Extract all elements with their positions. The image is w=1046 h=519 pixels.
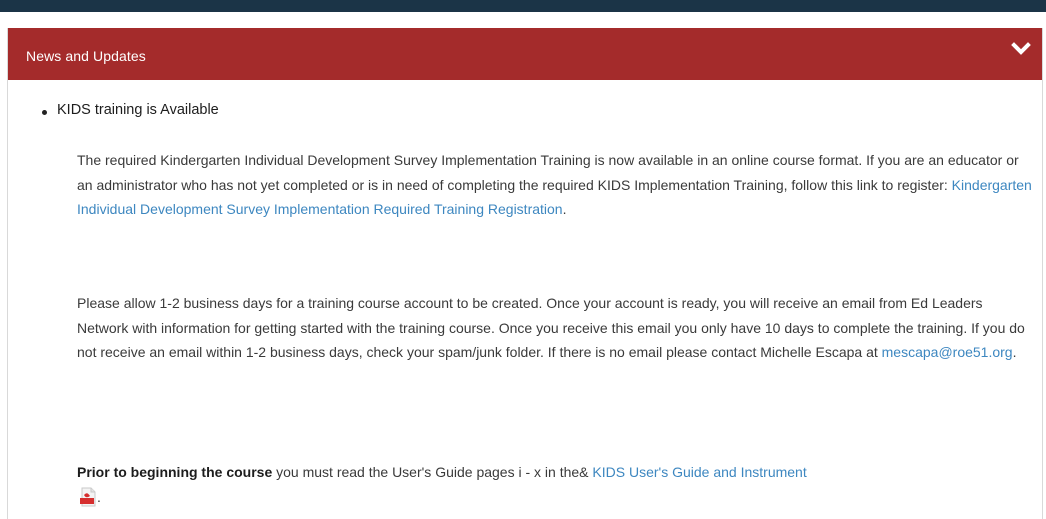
news-paragraph-training: The required Kindergarten Individual Dev… bbox=[77, 148, 1032, 222]
contact-email-link[interactable]: mescapa@roe51.org bbox=[882, 344, 1013, 360]
top-navigation-bar bbox=[0, 0, 1046, 12]
chevron-down-icon[interactable] bbox=[1010, 38, 1032, 60]
news-paragraph-prior: Prior to beginning the course you must r… bbox=[77, 460, 1032, 509]
paragraph-text-end: . bbox=[97, 488, 101, 505]
users-guide-link[interactable]: KIDS User's Guide and Instrument bbox=[592, 464, 806, 480]
news-panel: News and Updates KIDS training is Availa… bbox=[7, 28, 1043, 519]
pdf-icon[interactable] bbox=[79, 487, 97, 507]
paragraph-text: The required Kindergarten Individual Dev… bbox=[77, 152, 1019, 193]
news-paragraph-account: Please allow 1-2 business days for a tra… bbox=[77, 291, 1032, 365]
news-item-title: KIDS training is Available bbox=[57, 102, 219, 118]
paragraph-text-end: . bbox=[1012, 344, 1017, 360]
panel-title: News and Updates bbox=[26, 48, 146, 64]
news-panel-header[interactable]: News and Updates bbox=[8, 28, 1042, 80]
emphasis-text: Prior to beginning the course bbox=[77, 464, 273, 480]
paragraph-text: you must read the User's Guide pages i -… bbox=[272, 464, 593, 480]
paragraph-text-end: . bbox=[562, 201, 567, 217]
list-bullet bbox=[42, 110, 47, 115]
